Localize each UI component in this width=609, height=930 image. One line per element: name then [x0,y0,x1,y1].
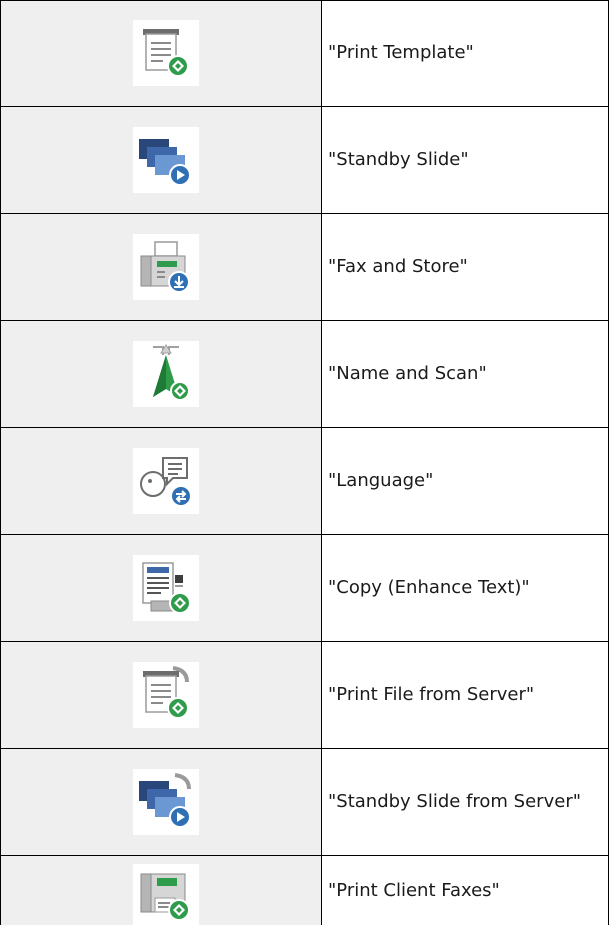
standby-slide-icon [133,127,199,193]
table-row: "Fax and Store" [0,214,609,320]
row-divider [0,855,609,856]
shortcut-label: "Print Client Faxes" [328,880,500,901]
print-file-from-server-icon [133,662,199,728]
shortcut-label: "Print Template" [328,42,474,63]
table-border [0,0,1,925]
label-cell: "Print File from Server" [322,642,609,748]
table-row: "Print Template" [0,0,609,106]
label-cell: "Standby Slide from Server" [322,749,609,855]
table-row: "Standby Slide from Server" [0,749,609,855]
row-divider [0,213,609,214]
icon-cell [0,107,321,213]
table-row: "Language" [0,428,609,534]
name-and-scan-icon [133,341,199,407]
shortcut-table: "Print Template" "Standby Slide" "Fax an… [0,0,609,930]
table-row: "Name and Scan" [0,321,609,427]
fax-and-store-icon [133,234,199,300]
table-border [0,0,609,1]
label-cell: "Fax and Store" [322,214,609,320]
shortcut-label: "Standby Slide from Server" [328,791,581,812]
label-cell: "Name and Scan" [322,321,609,427]
icon-cell [0,214,321,320]
icon-cell [0,535,321,641]
table-row: "Print File from Server" [0,642,609,748]
print-client-faxes-icon [133,864,199,930]
icon-cell [0,321,321,427]
table-row: "Standby Slide" [0,107,609,213]
row-divider [0,320,609,321]
icon-cell [0,749,321,855]
row-divider [0,748,609,749]
label-cell: "Print Client Faxes" [322,856,609,925]
shortcut-label: "Copy (Enhance Text)" [328,577,530,598]
shortcut-label: "Standby Slide" [328,149,469,170]
label-cell: "Copy (Enhance Text)" [322,535,609,641]
icon-cell [0,856,321,930]
shortcut-label: "Fax and Store" [328,256,468,277]
column-divider [321,0,322,925]
icon-cell [0,642,321,748]
label-cell: "Standby Slide" [322,107,609,213]
print-template-icon [133,20,199,86]
standby-slide-from-server-icon [133,769,199,835]
shortcut-label: "Language" [328,470,434,491]
table-row: "Copy (Enhance Text)" [0,535,609,641]
language-icon [133,448,199,514]
row-divider [0,106,609,107]
shortcut-label: "Print File from Server" [328,684,535,705]
row-divider [0,427,609,428]
icon-cell [0,428,321,534]
label-cell: "Language" [322,428,609,534]
shortcut-label: "Name and Scan" [328,363,487,384]
table-row: "Print Client Faxes" [0,856,609,930]
icon-cell [0,0,321,106]
row-divider [0,534,609,535]
label-cell: "Print Template" [322,0,609,106]
row-divider [0,641,609,642]
copy-enhance-text-icon [133,555,199,621]
